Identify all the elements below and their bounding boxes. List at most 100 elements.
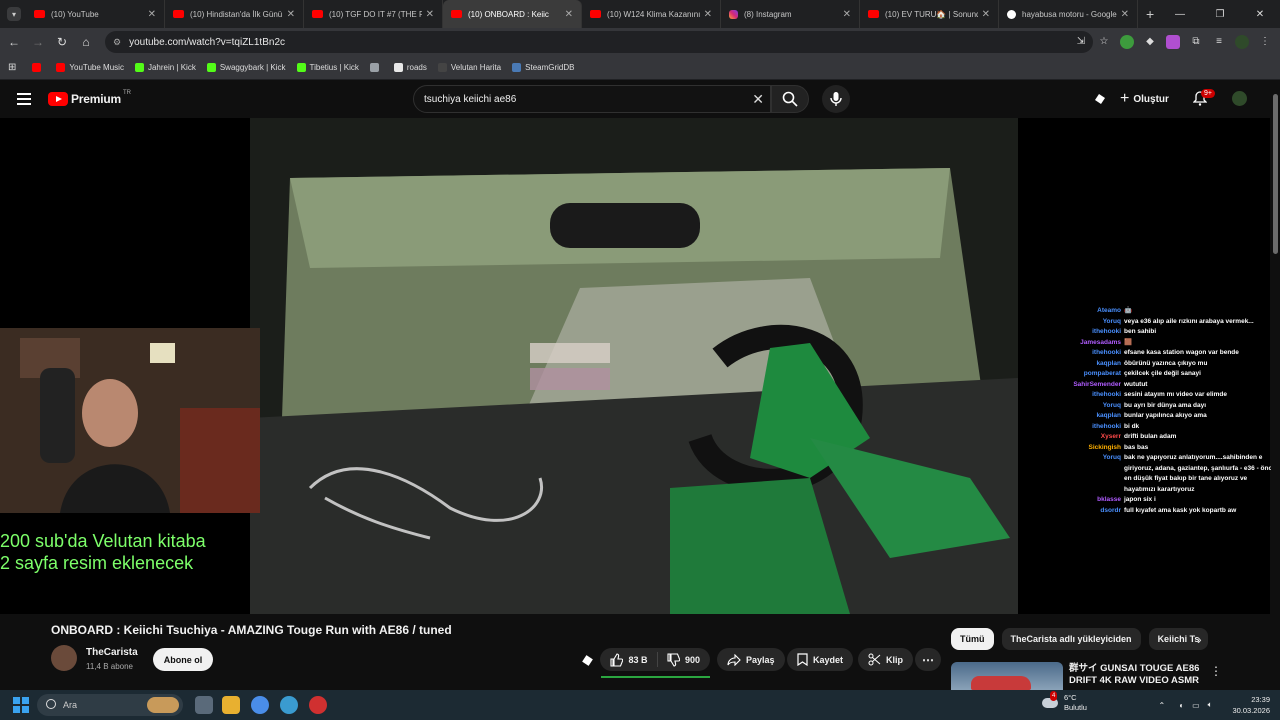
close-tab-icon[interactable]: ✕ (982, 9, 990, 20)
voice-search-button[interactable] (822, 85, 850, 113)
bookmark-label: Tibetius | Kick (309, 63, 359, 72)
new-tab-icon[interactable]: + (1146, 6, 1154, 22)
close-tab-icon[interactable]: ✕ (1121, 9, 1129, 20)
dislike-button[interactable]: 900 (658, 652, 700, 667)
browser-tab[interactable]: (10) YouTube ✕ (26, 0, 165, 28)
search-input[interactable]: tsuchiya keiichi ae86 ✕ (413, 85, 771, 113)
tray-overflow-icon[interactable]: ⌃ (1159, 701, 1166, 710)
more-actions-icon[interactable]: ⋯ (915, 648, 941, 671)
filter-chip[interactable]: Tümü (951, 628, 994, 650)
weather-widget[interactable]: 4 6°C Bulutlu (1042, 691, 1087, 713)
like-button[interactable]: 83 B (600, 652, 658, 667)
chat-message: SahirSemender wututut (1060, 380, 1278, 391)
browser-tab[interactable]: (10) ONBOARD : Keiic ✕ (443, 0, 582, 28)
subscribe-button[interactable]: Abone ol (153, 648, 213, 671)
address-bar[interactable]: ⚙ youtube.com/watch?v=tqiZL1tBn2c (105, 31, 1093, 53)
maximize-icon[interactable]: ❐ (1200, 9, 1240, 20)
task-view-icon[interactable] (195, 696, 213, 714)
recording-app-icon[interactable] (309, 696, 327, 714)
thumbs-down-icon (667, 652, 680, 667)
create-sparkle-icon[interactable] (1093, 92, 1107, 106)
install-app-icon[interactable]: ⇲ (1074, 35, 1088, 49)
youtube-header: Premium TR tsuchiya keiichi ae86 ✕ + Oluş… (0, 80, 1280, 118)
back-icon[interactable]: ← (2, 35, 26, 49)
forward-icon[interactable]: → (26, 35, 50, 49)
bookmark-item[interactable]: Tibetius | Kick (296, 63, 359, 72)
recommended-video[interactable]: 群サイ GUNSAI TOUGE AE86 DRIFT 4K RAW VIDEO… (951, 662, 1222, 698)
account-avatar[interactable] (1232, 91, 1247, 106)
media-control-icon[interactable]: ≡ (1212, 35, 1226, 49)
taskbar-search-input[interactable]: Ara (37, 694, 183, 716)
save-button[interactable]: Kaydet (787, 648, 854, 671)
network-app-icon[interactable] (280, 696, 298, 714)
network-icon[interactable]: ▭ (1192, 701, 1200, 710)
volume-icon[interactable]: 🔈︎ (1208, 700, 1213, 710)
minimize-icon[interactable]: — (1160, 9, 1200, 20)
close-window-icon[interactable]: ✕ (1240, 9, 1280, 20)
youtube-premium-logo[interactable]: Premium TR (48, 90, 131, 106)
bookmark-star-icon[interactable]: ☆ (1097, 35, 1111, 49)
bookmark-item[interactable]: Swaggybark | Kick (206, 63, 286, 72)
clear-search-icon[interactable]: ✕ (752, 91, 764, 108)
browser-toolbar: ← → ↻ ⌂ ⚙ youtube.com/watch?v=tqiZL1tBn2… (0, 28, 1280, 56)
chrome-icon[interactable] (251, 696, 269, 714)
filter-chip[interactable]: TheCarista adlı yükleyiciden (1001, 628, 1141, 650)
profile-avatar[interactable] (1235, 35, 1249, 49)
recommended-thumbnail[interactable] (951, 662, 1063, 690)
home-icon[interactable]: ⌂ (74, 35, 98, 49)
bookmark-favicon-icon (437, 63, 447, 72)
close-tab-icon[interactable]: ✕ (148, 9, 156, 20)
close-tab-icon[interactable]: ✕ (426, 9, 434, 20)
bookmark-item[interactable]: roads (393, 63, 427, 72)
share-button[interactable]: Paylaş (717, 648, 785, 671)
clip-button[interactable]: Klip (858, 648, 913, 671)
page-scrollbar[interactable] (1271, 80, 1280, 690)
bookmark-item[interactable] (369, 63, 383, 72)
ai-sparkle-icon[interactable] (580, 653, 595, 668)
chips-next-icon[interactable]: › (1197, 631, 1202, 647)
browser-tab[interactable]: hayabusa motoru - Google ✕ (999, 0, 1138, 28)
apps-grid-icon[interactable]: ⊞ (8, 62, 16, 73)
menu-hamburger-icon[interactable] (17, 93, 31, 105)
site-info-icon[interactable]: ⚙ (113, 37, 121, 48)
browser-tab[interactable]: (10) EV TURU🏠 | Sonunda ✕ (860, 0, 999, 28)
chat-username: Ateamo (1097, 307, 1121, 314)
recommended-more-icon[interactable]: ⋮ (1210, 664, 1222, 678)
close-tab-icon[interactable]: ✕ (704, 9, 712, 20)
tray-app-icon[interactable]: ◐ (1179, 701, 1184, 710)
file-explorer-icon[interactable] (222, 696, 240, 714)
extension-purple-icon[interactable] (1166, 35, 1180, 49)
browser-tab[interactable]: (10) W124 Klima Kazanını ✕ (582, 0, 721, 28)
tab-title: (10) EV TURU🏠 | Sonunda (885, 9, 978, 19)
video-player[interactable]: 200 sub'da Velutan kitaba 2 sayfa resim … (0, 118, 1276, 614)
extension-diamond-icon[interactable]: ◆ (1143, 35, 1157, 49)
close-tab-icon[interactable]: ✕ (287, 9, 295, 20)
bookmark-item[interactable]: SteamGridDB (512, 63, 575, 72)
taskbar-clock[interactable]: 23:39 30.03.2026 (1232, 694, 1270, 716)
bookmark-item[interactable]: Velutan Harita (437, 63, 501, 72)
channel-avatar[interactable] (51, 645, 77, 671)
extensions-puzzle-icon[interactable]: ⧉ (1189, 35, 1203, 49)
bookmark-item[interactable]: Jahrein | Kick (134, 63, 196, 72)
bookmark-item[interactable]: YouTube Music (56, 63, 124, 72)
reload-icon[interactable]: ↻ (50, 35, 74, 49)
create-button[interactable]: + Oluştur (1120, 89, 1169, 109)
channel-name[interactable]: TheCarista (86, 647, 138, 658)
windows-start-icon[interactable] (13, 697, 29, 713)
browser-menu-icon[interactable]: ⋮ (1258, 35, 1272, 49)
extension-icon[interactable] (1120, 35, 1134, 49)
browser-tab[interactable]: (10) Hindistan'da İlk Günü ✕ (165, 0, 304, 28)
video-frame[interactable] (250, 118, 1018, 614)
bookmark-favicon-icon (369, 63, 379, 72)
scrollbar-thumb[interactable] (1273, 94, 1278, 254)
browser-tab[interactable]: (10) TGF DO IT #7 (THE RE ✕ (304, 0, 443, 28)
close-tab-icon[interactable]: ✕ (565, 9, 573, 20)
bookmark-item[interactable] (32, 63, 45, 72)
search-button[interactable] (771, 85, 809, 113)
close-tab-icon[interactable]: ✕ (843, 9, 851, 20)
system-tray: ⌃ ◐ ▭ 🔈︎ 23:39 30.03.2026 (1159, 690, 1270, 720)
tab-title: (10) ONBOARD : Keiic (468, 9, 549, 19)
browser-tab[interactable]: (8) Instagram ✕ (721, 0, 860, 28)
tab-search-icon[interactable]: ▾ (7, 7, 21, 21)
bookmark-favicon-icon (393, 63, 403, 72)
